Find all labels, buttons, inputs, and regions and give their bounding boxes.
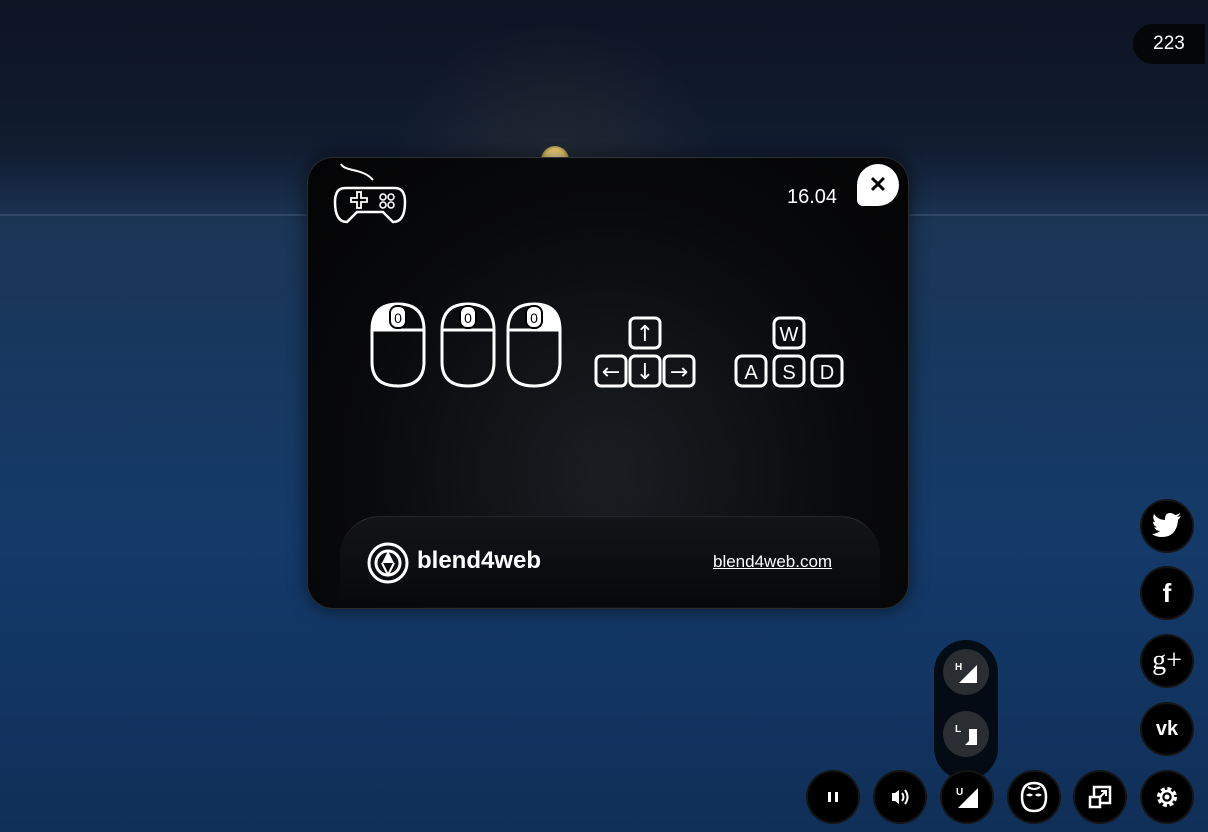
- key-d-label: D: [820, 362, 834, 384]
- quality-menu: H L: [934, 640, 998, 780]
- wasd-keys-icon: W A S D: [734, 316, 844, 388]
- sound-button[interactable]: [873, 770, 927, 824]
- key-a-label: A: [744, 362, 758, 384]
- blend4web-site-link[interactable]: blend4web.com: [713, 552, 832, 572]
- arrow-left-label: ←: [602, 360, 620, 385]
- twitter-icon: [1152, 513, 1181, 537]
- vk-icon: vk: [1155, 717, 1179, 740]
- mouse-left-key-label: 0: [394, 310, 402, 326]
- arrow-up-label: ↑: [636, 322, 654, 347]
- arrow-down-label: ↓: [636, 360, 654, 385]
- blend4web-logo-icon: [367, 542, 409, 584]
- quality-ultra-button[interactable]: U: [940, 770, 994, 824]
- vk-button[interactable]: vk: [1140, 702, 1194, 756]
- controls-illustration: 0 0 0 ↑ ← ↓ → W A S D: [366, 300, 846, 400]
- mouse-left-icon: 0: [370, 302, 426, 388]
- blend4web-logo-text: blend4web: [417, 547, 542, 574]
- quality-ultra-label: U: [956, 787, 963, 798]
- arrow-keys-icon: ↑ ← ↓ →: [594, 316, 696, 388]
- version-label: 16.04: [787, 186, 838, 208]
- mouse-right-icon: 0: [506, 302, 562, 388]
- gamepad-icon: [333, 163, 407, 224]
- arrow-right-label: →: [670, 360, 688, 385]
- pause-icon: [828, 792, 838, 802]
- mouse-right-key-label: 0: [530, 310, 538, 326]
- stereo-icon: [1020, 781, 1048, 813]
- fps-counter: 223: [1133, 24, 1205, 64]
- key-s-label: S: [782, 362, 795, 384]
- quality-ultra-icon: U: [956, 787, 978, 808]
- mouse-middle-key-label: 0: [464, 310, 472, 326]
- settings-button[interactable]: [1140, 770, 1194, 824]
- facebook-button[interactable]: f: [1140, 566, 1194, 620]
- key-w-label: W: [780, 324, 799, 346]
- googleplus-icon: g+: [1152, 645, 1182, 676]
- mouse-middle-icon: 0: [440, 302, 496, 388]
- quality-low-icon: L: [955, 724, 977, 745]
- sound-icon: [892, 789, 909, 805]
- quality-high-icon: H: [955, 662, 977, 683]
- stereo-button[interactable]: [1007, 770, 1061, 824]
- settings-icon: [1157, 787, 1177, 807]
- pause-button[interactable]: [806, 770, 860, 824]
- quality-low-button[interactable]: L: [943, 711, 989, 757]
- quality-high-button[interactable]: H: [943, 649, 989, 695]
- close-button[interactable]: ✕: [857, 164, 899, 206]
- fullscreen-icon: [1088, 785, 1112, 809]
- quality-low-label: L: [955, 724, 961, 735]
- fullscreen-button[interactable]: [1073, 770, 1127, 824]
- facebook-icon: f: [1162, 577, 1172, 608]
- twitter-button[interactable]: [1140, 499, 1194, 553]
- googleplus-button[interactable]: g+: [1140, 634, 1194, 688]
- quality-high-label: H: [955, 662, 962, 673]
